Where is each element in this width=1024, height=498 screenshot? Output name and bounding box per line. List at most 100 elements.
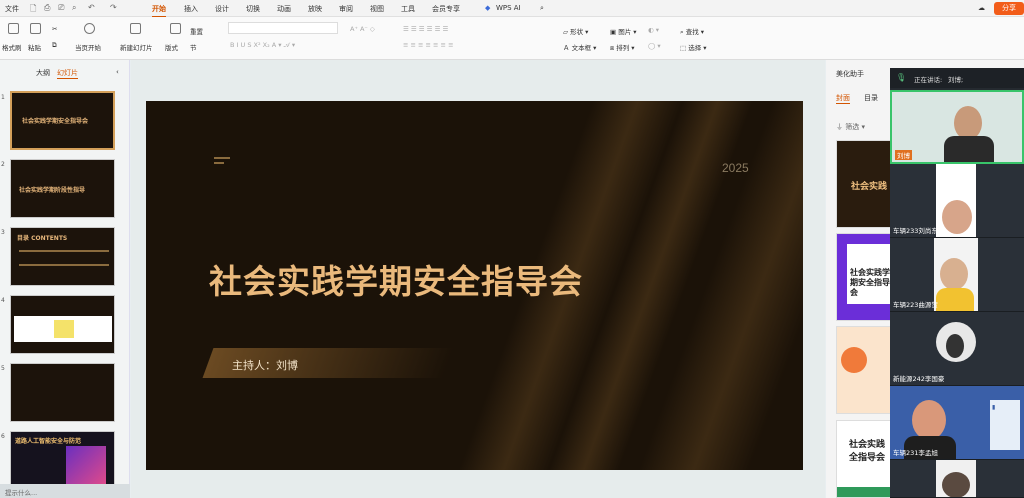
copy-icon[interactable]: ⧉ xyxy=(52,41,57,50)
tab-view[interactable]: 视图 xyxy=(370,4,384,14)
participant-video xyxy=(936,288,974,311)
play-icon[interactable] xyxy=(84,23,95,34)
slide-thumbnail-2[interactable]: 社会实践学期阶段性指导 xyxy=(10,159,115,218)
paste-button[interactable]: 粘贴 xyxy=(28,42,41,52)
participant-name: 刘博 xyxy=(895,150,912,160)
cloud-icon[interactable]: ☁ xyxy=(978,4,985,12)
template-thumb-4[interactable]: 社会实践全指导会 xyxy=(836,420,892,498)
tab-toc[interactable]: 目录 xyxy=(864,93,878,103)
participant-tile-1[interactable]: 刘博 xyxy=(890,90,1024,164)
thumb-decor xyxy=(19,250,109,252)
font-family-select[interactable] xyxy=(228,22,338,34)
tab-member[interactable]: 会员专享 xyxy=(432,4,460,14)
participant-tile-6[interactable] xyxy=(890,460,1024,498)
slide-thumbnail-4[interactable] xyxy=(10,295,115,354)
thumb-number: 3 xyxy=(1,229,5,236)
fill-icon[interactable]: ◐ ▾ xyxy=(648,26,659,34)
font-size-icons[interactable]: A⁺ A⁻ ◇ xyxy=(350,25,375,33)
template-thumb-1[interactable]: 社会实践 xyxy=(836,140,892,228)
collapse-panel-icon[interactable]: ‹ xyxy=(116,68,119,76)
share-button[interactable]: 分享 xyxy=(994,2,1024,15)
picture-button[interactable]: ▣ 图片 ▾ xyxy=(610,26,637,36)
slide-thumbnail-3[interactable]: 目录 CONTENTS xyxy=(10,227,115,286)
slide-editor: 2025 社会实践学期安全指导会 主持人：刘博 xyxy=(131,60,825,498)
thumb-title: 社会实践学期阶段性指导 xyxy=(19,187,86,194)
paste-icon[interactable] xyxy=(30,23,41,34)
format-painter-button[interactable]: 格式刷 xyxy=(2,42,22,52)
template-thumb-card: 社会实践学期安全指导会 xyxy=(847,244,891,304)
participant-name: 车辆233刘尚东 xyxy=(893,227,938,235)
undo-icon[interactable]: ↶ xyxy=(88,3,95,12)
speaking-name: 刘博; xyxy=(948,76,964,84)
wps-ai-icon[interactable]: ◆ xyxy=(485,4,490,12)
slide-title: 社会实践学期安全指导会 xyxy=(209,262,583,301)
save-icon[interactable]: 🗋 xyxy=(30,3,36,17)
slide-decor-line xyxy=(214,162,224,164)
thumb-number: 4 xyxy=(1,297,5,304)
text-format-icons[interactable]: B I U S X² X₂ A ▾ 𝒜 ▾ xyxy=(230,41,295,50)
new-slide-icon[interactable] xyxy=(130,23,141,34)
from-current-button[interactable]: 当页开始 xyxy=(75,42,101,52)
participant-tile-2[interactable]: 车辆233刘尚东 xyxy=(890,164,1024,238)
textbox-button[interactable]: Ａ 文本框 ▾ xyxy=(563,42,596,52)
template-sun-decor xyxy=(841,347,867,373)
tab-transition[interactable]: 切换 xyxy=(246,4,260,14)
slide-thumbnail-1[interactable]: 社会实践学期安全指导会 xyxy=(10,91,115,150)
tab-home[interactable]: 开始 xyxy=(152,4,166,18)
menu-file[interactable]: 文件 xyxy=(5,4,19,14)
participant-video xyxy=(942,200,972,234)
new-slide-button[interactable]: 新建幻灯片 xyxy=(120,42,153,52)
export-icon[interactable]: ⎙ xyxy=(44,3,50,13)
reset-button[interactable]: 重置 xyxy=(190,26,203,36)
tab-animation[interactable]: 动画 xyxy=(277,4,291,14)
tab-tools[interactable]: 工具 xyxy=(401,4,415,14)
shape-button[interactable]: ▱ 形状 ▾ xyxy=(563,26,588,36)
template-thumb-3[interactable] xyxy=(836,326,892,414)
tab-design[interactable]: 设计 xyxy=(215,4,229,14)
tab-cover[interactable]: 封面 xyxy=(836,93,850,104)
slide-thumbnail-6[interactable]: 道路人工智能安全与防范 xyxy=(10,431,115,490)
print-icon[interactable]: ⎚ xyxy=(58,3,64,13)
layout-button[interactable]: 版式 xyxy=(165,42,178,52)
participant-tile-5[interactable]: ▮ 车辆231李孟旭 xyxy=(890,386,1024,460)
select-button[interactable]: ⬚ 选择 ▾ xyxy=(680,42,707,52)
template-thumb-band xyxy=(837,487,891,497)
arrange-button[interactable]: ⧈ 排列 ▾ xyxy=(610,42,635,53)
participant-avatar xyxy=(946,334,964,358)
cut-icon[interactable]: ✂ xyxy=(52,25,57,33)
thumb-number: 2 xyxy=(1,161,5,168)
participant-video xyxy=(912,400,946,440)
template-thumb-title: 社会实践学期安全指导会 xyxy=(850,268,890,297)
thumb-table xyxy=(14,316,112,342)
search-icon[interactable]: ⌕ xyxy=(540,4,544,13)
thumb-number: 1 xyxy=(1,94,5,101)
filter-button[interactable]: ⏚ 筛选 ▾ xyxy=(836,122,865,132)
outline-icon[interactable]: ◯ ▾ xyxy=(648,42,661,50)
layout-icon[interactable] xyxy=(170,23,181,34)
participant-video xyxy=(940,258,968,290)
format-painter-icon[interactable] xyxy=(8,23,19,34)
beautify-title: 美化助手 xyxy=(836,70,864,78)
find-button[interactable]: ⌕ 查找 ▾ xyxy=(680,26,704,37)
tab-review[interactable]: 审阅 xyxy=(339,4,353,14)
slide-thumbnail-5[interactable] xyxy=(10,363,115,422)
tab-slideshow[interactable]: 放映 xyxy=(308,4,322,14)
tab-insert[interactable]: 插入 xyxy=(184,4,198,14)
paragraph-icons[interactable]: ☰ ☰ ☰ ☰ ☰ ☰ xyxy=(403,25,448,33)
thumb-number: 6 xyxy=(1,433,5,440)
redo-icon[interactable]: ↷ xyxy=(110,3,117,12)
main-slide-canvas[interactable]: 2025 社会实践学期安全指导会 主持人：刘博 xyxy=(146,101,803,470)
participant-name: 新能源242李国豪 xyxy=(893,375,945,383)
align-icons[interactable]: ≡ ≡ ≡ ≡ ≡ ≡ ≡ xyxy=(403,41,454,49)
participant-tile-4[interactable]: 新能源242李国豪 xyxy=(890,312,1024,386)
participant-tile-3[interactable]: 车辆223曲源贺 xyxy=(890,238,1024,312)
speaking-bar: 🎙 正在讲话: 刘博; xyxy=(890,68,1024,88)
preview-icon[interactable]: ⌕ xyxy=(72,3,76,13)
participant-name: 车辆231李孟旭 xyxy=(893,449,938,457)
tab-outline[interactable]: 大纲 xyxy=(36,68,50,78)
section-button[interactable]: 节 xyxy=(190,42,197,52)
tab-slides[interactable]: 幻灯片 xyxy=(57,68,78,79)
template-thumb-2[interactable]: 社会实践学期安全指导会 xyxy=(836,233,892,321)
tab-wps-ai[interactable]: WPS AI xyxy=(496,4,521,12)
template-thumb-title: 社会实践 xyxy=(851,182,888,192)
